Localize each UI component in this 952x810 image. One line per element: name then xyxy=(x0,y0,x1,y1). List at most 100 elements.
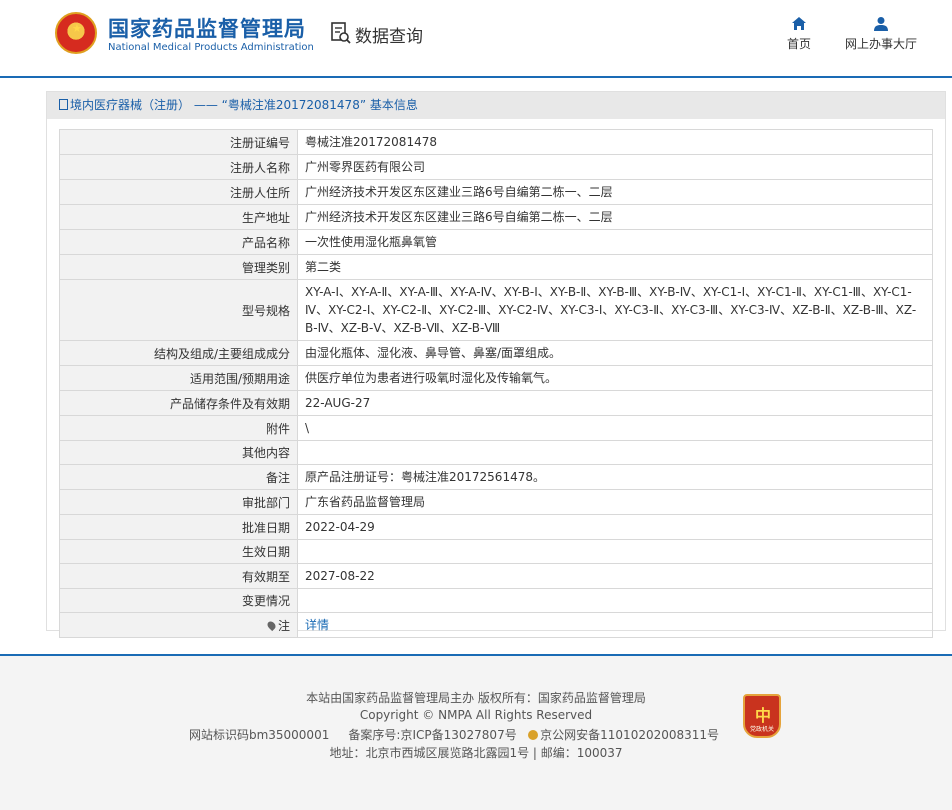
field-label: 有效期至 xyxy=(59,563,298,589)
table-row: 变更情况 xyxy=(59,588,933,613)
table-row: 型号规格 XY-A-Ⅰ、XY-A-Ⅱ、XY-A-Ⅲ、XY-A-Ⅳ、XY-B-Ⅰ、X… xyxy=(59,279,933,341)
table-row: 审批部门 广东省药品监督管理局 xyxy=(59,489,933,515)
field-value-text: 2022-04-29 xyxy=(305,520,375,534)
table-row: 批准日期 2022-04-29 xyxy=(59,514,933,540)
table-row: 注册人名称 广州零界医药有限公司 xyxy=(59,154,933,180)
footer-police-link[interactable]: 京公网安备11010202008311号 xyxy=(540,728,719,742)
field-label-text: 生产地址 xyxy=(241,210,290,225)
field-value-text: XY-A-Ⅰ、XY-A-Ⅱ、XY-A-Ⅲ、XY-A-Ⅳ、XY-B-Ⅰ、XY-B-… xyxy=(305,285,917,335)
field-value-text: 22-AUG-27 xyxy=(305,396,371,410)
table-row: 其他内容 xyxy=(59,440,933,465)
field-label: 生效日期 xyxy=(59,539,298,564)
data-query-icon[interactable] xyxy=(331,22,351,44)
table-row: 生产地址 广州经济技术开发区东区建业三路6号自编第二栋一、二层 xyxy=(59,204,933,230)
table-row: 生效日期 xyxy=(59,539,933,564)
field-value-text: 广州经济技术开发区东区建业三路6号自编第二栋一、二层 xyxy=(305,185,613,199)
field-label: 适用范围/预期用途 xyxy=(59,365,298,391)
nav-home-label: 首页 xyxy=(786,37,811,51)
field-label-text: 注册证编号 xyxy=(229,135,290,150)
table-row: 注 详情 xyxy=(59,612,933,638)
details-link[interactable]: 详情 xyxy=(305,618,329,632)
table-row: 结构及组成/主要组成成分 由湿化瓶体、湿化液、鼻导管、鼻塞/面罩组成。 xyxy=(59,340,933,366)
field-value-text: 第二类 xyxy=(305,260,342,274)
field-value xyxy=(297,539,933,564)
field-label: 产品储存条件及有效期 xyxy=(59,390,298,416)
field-label: 批准日期 xyxy=(59,514,298,540)
field-value: 第二类 xyxy=(297,254,933,280)
field-label-text: 管理类别 xyxy=(241,260,290,275)
national-emblem-logo[interactable]: ★ xyxy=(55,12,97,54)
field-value: 广州零界医药有限公司 xyxy=(297,154,933,180)
field-value-text: 广东省药品监督管理局 xyxy=(305,495,426,509)
table-row: 注册人住所 广州经济技术开发区东区建业三路6号自编第二栋一、二层 xyxy=(59,179,933,205)
field-label-text: 有效期至 xyxy=(241,569,290,584)
field-value: 广东省药品监督管理局 xyxy=(297,489,933,515)
field-value: 广州经济技术开发区东区建业三路6号自编第二栋一、二层 xyxy=(297,179,933,205)
field-label-text: 其他内容 xyxy=(241,446,290,460)
field-value: 详情 xyxy=(297,612,933,638)
field-value: 一次性使用湿化瓶鼻氧管 xyxy=(297,229,933,255)
field-label: 变更情况 xyxy=(59,588,298,613)
field-label: 注册人名称 xyxy=(59,154,298,180)
site-brand-en: National Medical Products Administration xyxy=(108,42,314,53)
star-icon: ★ xyxy=(72,22,82,35)
field-value: XY-A-Ⅰ、XY-A-Ⅱ、XY-A-Ⅲ、XY-A-Ⅳ、XY-B-Ⅰ、XY-B-… xyxy=(297,279,933,341)
footer-icp-link[interactable]: 备案序号:京ICP备13027807号 xyxy=(348,728,516,742)
field-value: 广州经济技术开发区东区建业三路6号自编第二栋一、二层 xyxy=(297,204,933,230)
field-label-text: 适用范围/预期用途 xyxy=(189,371,290,386)
table-row: 管理类别 第二类 xyxy=(59,254,933,280)
site-brand-cn[interactable]: 国家药品监督管理局 xyxy=(108,13,306,43)
field-value: 由湿化瓶体、湿化液、鼻导管、鼻塞/面罩组成。 xyxy=(297,340,933,366)
detail-panel: 境内医疗器械（注册） —— “粤械注准20172081478” 基本信息 注册证… xyxy=(46,91,946,638)
panel-title-bar: 境内医疗器械（注册） —— “粤械注准20172081478” 基本信息 xyxy=(47,92,945,119)
badge-emblem-icon: 中 xyxy=(755,706,772,725)
document-icon xyxy=(59,99,68,110)
table-row: 注册证编号 粤械注准20172081478 xyxy=(59,129,933,155)
field-label: 审批部门 xyxy=(59,489,298,515)
badge-label: 党政机关 xyxy=(749,726,774,733)
location-pin-icon xyxy=(265,619,278,631)
site-footer: 本站由国家药品监督管理局主办 版权所有：国家药品监督管理局 Copyright … xyxy=(0,654,952,810)
field-label: 型号规格 xyxy=(59,279,298,341)
table-row: 有效期至 2027-08-22 xyxy=(59,563,933,589)
data-query-link[interactable]: 数据查询 xyxy=(355,22,423,47)
nav-home-link[interactable]: 首页 xyxy=(782,16,816,52)
field-value xyxy=(297,440,933,465)
field-label-text: 产品储存条件及有效期 xyxy=(169,396,290,411)
field-value: 供医疗单位为患者进行吸氧时湿化及传输氧气。 xyxy=(297,365,933,391)
nav-online-hall-label: 网上办事大厅 xyxy=(844,37,917,51)
field-value-text: 供医疗单位为患者进行吸氧时湿化及传输氧气。 xyxy=(305,371,558,385)
field-label-text: 注册人名称 xyxy=(229,160,290,175)
field-label: 附件 xyxy=(59,415,298,441)
field-value-text: \ xyxy=(305,421,310,435)
panel-title: 境内医疗器械（注册） —— “粤械注准20172081478” 基本信息 xyxy=(70,98,418,112)
field-value: 22-AUG-27 xyxy=(297,390,933,416)
field-label-text: 产品名称 xyxy=(241,235,290,250)
field-value-text: 一次性使用湿化瓶鼻氧管 xyxy=(305,235,438,249)
field-label: 注册人住所 xyxy=(59,179,298,205)
field-value xyxy=(297,588,933,613)
field-label-text: 审批部门 xyxy=(241,495,290,510)
field-label: 管理类别 xyxy=(59,254,298,280)
footer-sponsor: 本站由国家药品监督管理局主办 版权所有：国家药品监督管理局 xyxy=(306,691,646,705)
home-icon xyxy=(792,17,806,30)
table-row: 产品名称 一次性使用湿化瓶鼻氧管 xyxy=(59,229,933,255)
table-row: 备注 原产品注册证号：粤械注准20172561478。 xyxy=(59,464,933,490)
table-row: 适用范围/预期用途 供医疗单位为患者进行吸氧时湿化及传输氧气。 xyxy=(59,365,933,391)
field-value-text: 由湿化瓶体、湿化液、鼻导管、鼻塞/面罩组成。 xyxy=(305,346,562,360)
field-value-text: 2027-08-22 xyxy=(305,569,375,583)
field-label: 注 xyxy=(59,612,298,638)
field-value-text: 广州零界医药有限公司 xyxy=(305,160,426,174)
device-info-table: 注册证编号 粤械注准20172081478 注册人名称 广州零界医药有限公司 注册人住所… xyxy=(59,129,933,638)
field-label-text: 附件 xyxy=(265,421,290,436)
field-label: 其他内容 xyxy=(59,440,298,465)
government-site-badge[interactable]: 中 党政机关 xyxy=(743,694,781,738)
nav-online-hall-link[interactable]: 网上办事大厅 xyxy=(840,16,922,52)
field-value: 2027-08-22 xyxy=(297,563,933,589)
field-value: 2022-04-29 xyxy=(297,514,933,540)
field-label: 备注 xyxy=(59,464,298,490)
footer-registration-line: 网站标识码bm35000001 备案序号:京ICP备13027807号 京公网安… xyxy=(0,726,930,743)
footer-address: 地址：北京市西城区展览路北露园1号 | 邮编：100037 xyxy=(329,746,623,760)
user-icon xyxy=(874,17,888,31)
field-value: 粤械注准20172081478 xyxy=(297,129,933,155)
